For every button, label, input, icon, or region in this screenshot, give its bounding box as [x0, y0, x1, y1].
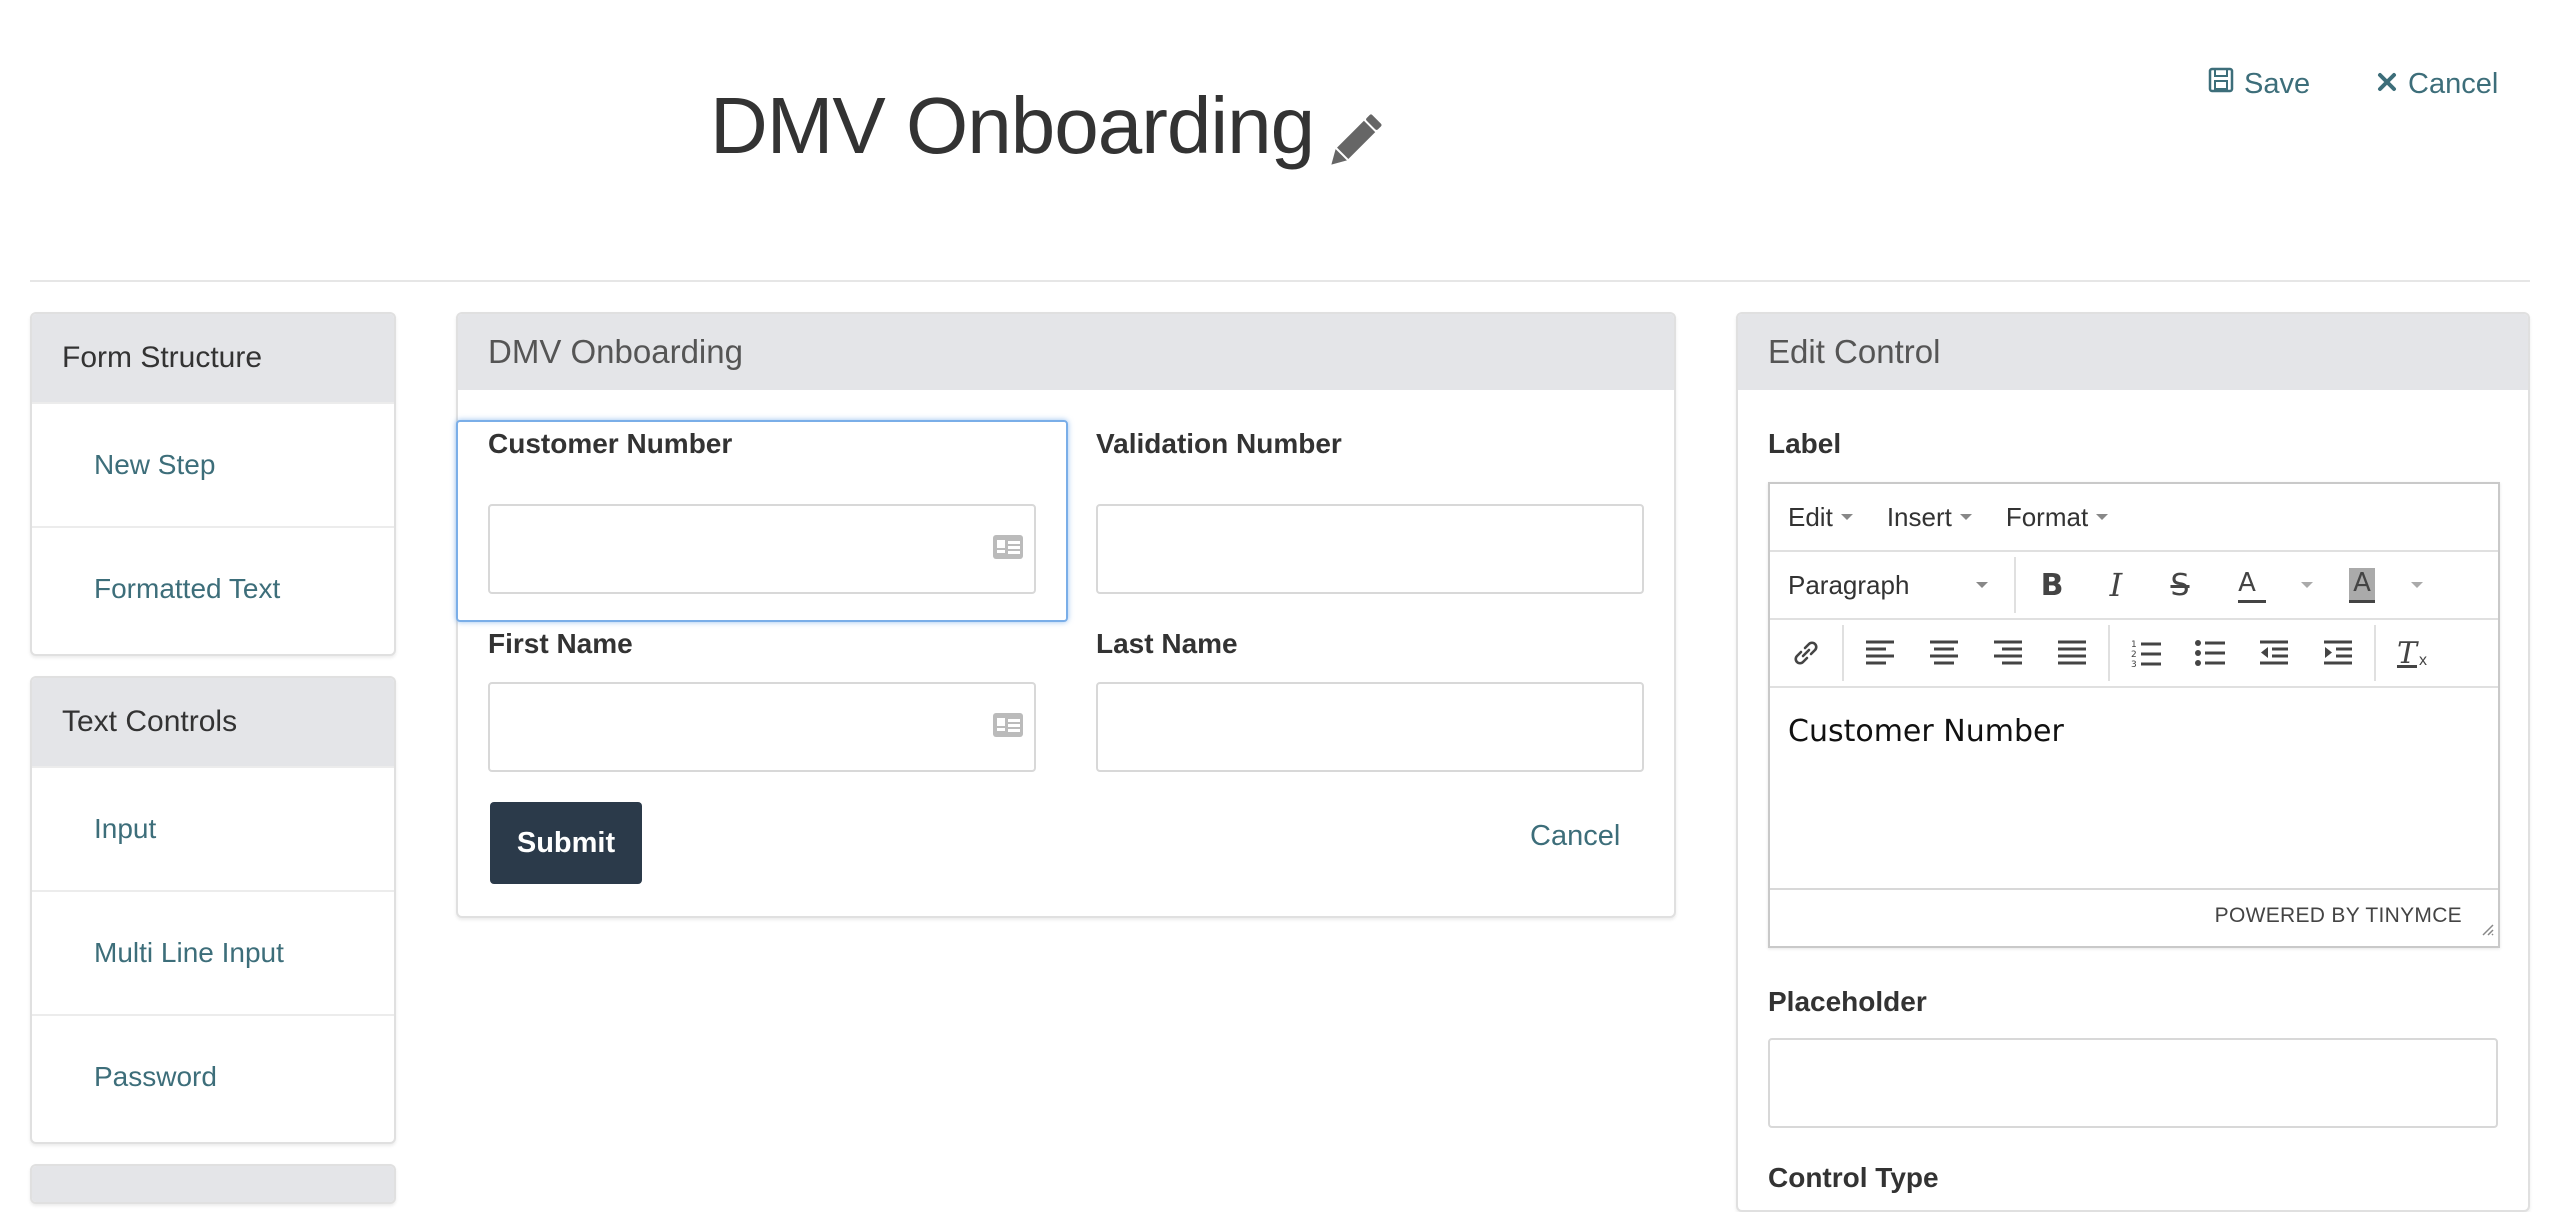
chevron-down-icon: [2096, 514, 2109, 520]
chevron-down-icon: [1976, 582, 1988, 588]
id-card-icon: [992, 712, 1024, 743]
cancel-label: Cancel: [2408, 67, 2499, 100]
form-cancel-link[interactable]: Cancel: [1530, 820, 1620, 853]
align-center-icon[interactable]: [1912, 623, 1976, 683]
align-justify-icon[interactable]: [2040, 623, 2104, 683]
field-label-validation-number: Validation Number: [1096, 428, 1342, 459]
control-type-heading: Control Type: [1768, 1162, 1939, 1193]
placeholder-heading: Placeholder: [1768, 986, 1927, 1017]
link-icon[interactable]: [1774, 623, 1838, 683]
text-color-icon[interactable]: A: [2212, 555, 2292, 615]
last-name-input[interactable]: [1096, 682, 1644, 772]
field-label-first-name: First Name: [488, 628, 633, 659]
text-controls-panel: Text Controls Input Multi Line Input Pas…: [30, 676, 396, 1144]
italic-icon[interactable]: I: [2084, 555, 2148, 615]
menu-format-label: Format: [2005, 501, 2089, 532]
resize-handle-icon[interactable]: [2480, 918, 2494, 942]
bullet-list-icon[interactable]: [2178, 623, 2242, 683]
toolbar-separator: [2374, 625, 2376, 681]
sidebar-item-multi-line-input[interactable]: Multi Line Input: [32, 890, 394, 1014]
x-icon: [2376, 68, 2398, 101]
validation-number-input[interactable]: [1096, 504, 1644, 594]
edit-control-title: Edit Control: [1738, 314, 2528, 390]
numbered-list-icon[interactable]: 1 2 3: [2114, 623, 2178, 683]
svg-text:2: 2: [2131, 650, 2137, 660]
clear-formatting-icon[interactable]: Tx: [2380, 623, 2444, 683]
svg-text:1: 1: [2131, 640, 2137, 650]
menu-format[interactable]: Format: [2005, 501, 2109, 533]
sidebar-item-input[interactable]: Input: [32, 766, 394, 890]
label-heading: Label: [1768, 428, 1842, 459]
sidebar-item-password[interactable]: Password: [32, 1014, 394, 1138]
svg-text:3: 3: [2131, 660, 2137, 668]
floppy-disk-icon: [2208, 67, 2234, 101]
form-structure-heading: Form Structure: [32, 314, 394, 402]
chevron-down-icon: [1959, 514, 1972, 520]
sidebar-item-formatted-text[interactable]: Formatted Text: [32, 526, 394, 650]
menu-insert-label: Insert: [1886, 501, 1952, 532]
menu-edit-label: Edit: [1788, 501, 1833, 532]
id-card-icon: [992, 534, 1024, 565]
page-title: DMV Onboarding: [710, 81, 1315, 170]
pencil-icon[interactable]: [1318, 106, 1390, 178]
customer-number-input[interactable]: [488, 504, 1036, 594]
toolbar-separator: [2014, 557, 2016, 613]
block-format-label: Paragraph: [1788, 569, 1910, 600]
sidebar-item-new-step[interactable]: New Step: [32, 402, 394, 526]
toolbar-separator: [1842, 625, 1844, 681]
background-color-icon[interactable]: A: [2322, 555, 2402, 615]
editor-content[interactable]: Customer Number: [1770, 688, 2498, 888]
chevron-down-icon: [1840, 514, 1853, 520]
powered-by-text: POWERED BY TINYMCE: [2214, 904, 2462, 927]
rich-text-editor: Edit Insert Format Paragraph B I S A A 1…: [1768, 482, 2500, 948]
save-label: Save: [2244, 67, 2311, 100]
submit-button[interactable]: Submit: [490, 802, 642, 884]
next-panel-heading: [32, 1166, 394, 1202]
field-label-customer-number: Customer Number: [488, 428, 733, 459]
outdent-icon[interactable]: [2242, 623, 2306, 683]
cancel-button[interactable]: Cancel: [2376, 62, 2498, 106]
menu-insert[interactable]: Insert: [1887, 502, 1972, 533]
field-label-last-name: Last Name: [1096, 628, 1238, 659]
form-preview-title: DMV Onboarding: [458, 314, 1674, 390]
toolbar-separator: [2108, 625, 2110, 681]
chevron-down-icon[interactable]: [2292, 555, 2322, 615]
next-sidebar-panel: [30, 1164, 396, 1204]
strikethrough-icon[interactable]: S: [2148, 555, 2212, 615]
block-format-select[interactable]: Paragraph: [1770, 570, 2010, 601]
placeholder-input[interactable]: [1768, 1038, 2498, 1128]
indent-icon[interactable]: [2306, 623, 2370, 683]
editor-toolbar-row-1: Paragraph B I S A A: [1770, 552, 2498, 620]
first-name-input[interactable]: [488, 682, 1036, 772]
text-controls-heading: Text Controls: [32, 678, 394, 766]
editor-toolbar-row-2: 1 2 3 Tx: [1770, 620, 2498, 688]
header-divider: [30, 280, 2530, 282]
menu-edit[interactable]: Edit: [1788, 502, 1853, 533]
editor-menubar: Edit Insert Format: [1770, 484, 2498, 552]
form-structure-panel: Form Structure New Step Formatted Text: [30, 312, 396, 656]
align-left-icon[interactable]: [1848, 623, 1912, 683]
save-button[interactable]: Save: [2208, 62, 2310, 106]
chevron-down-icon[interactable]: [2402, 555, 2432, 615]
editor-statusbar: POWERED BY TINYMCE: [1770, 888, 2498, 942]
align-right-icon[interactable]: [1976, 623, 2040, 683]
bold-icon[interactable]: B: [2020, 555, 2084, 615]
